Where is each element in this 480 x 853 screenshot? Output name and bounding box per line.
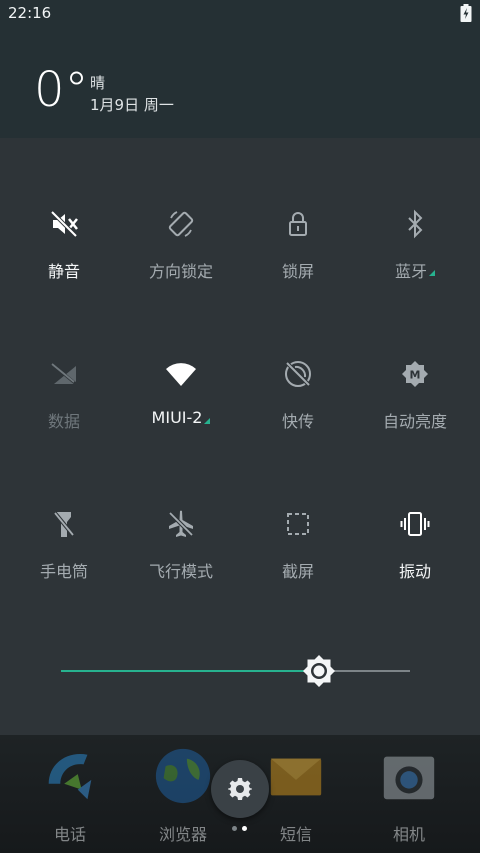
bluetooth-icon	[399, 208, 431, 240]
airplane-icon	[165, 508, 197, 540]
toggle-label: 飞行模式	[148, 562, 213, 581]
quick-transfer-icon	[282, 358, 314, 390]
toggle-screenshot[interactable]: 截屏	[240, 508, 356, 608]
mute-icon	[48, 208, 80, 240]
dock-app-phone[interactable]: 电话	[20, 745, 120, 845]
weather-header[interactable]: 0° 晴 1月9日 周一	[0, 28, 480, 138]
toggle-auto-brightness[interactable]: M 自动亮度	[357, 358, 473, 458]
brightness-icon[interactable]	[302, 654, 336, 688]
svg-text:M: M	[410, 369, 421, 382]
dock-app-label: 短信	[279, 825, 312, 844]
rotation-lock-icon	[165, 208, 197, 240]
dock-app-label: 电话	[53, 825, 86, 844]
vibrate-icon	[399, 508, 431, 540]
toggle-label: 静音	[47, 262, 80, 281]
page-dot	[232, 826, 237, 831]
flashlight-icon	[48, 508, 80, 540]
dock-app-label: 浏览器	[158, 825, 207, 844]
toggle-label: 手电筒	[39, 562, 88, 581]
weather-condition: 晴	[90, 74, 106, 92]
toggle-rotation-lock[interactable]: 方向锁定	[123, 208, 239, 308]
toggle-label: 振动	[398, 562, 431, 581]
auto-brightness-icon: M	[399, 358, 431, 390]
battery-charging-icon	[460, 4, 472, 22]
lock-icon	[282, 208, 314, 240]
toggle-vibrate[interactable]: 振动	[357, 508, 473, 608]
mobile-data-icon	[48, 358, 80, 390]
toggle-lock-screen[interactable]: 锁屏	[240, 208, 356, 308]
dock-app-label: 相机	[392, 825, 425, 844]
toggle-flashlight[interactable]: 手电筒	[6, 508, 122, 608]
toggle-label: 锁屏	[281, 262, 314, 281]
phone-app-icon	[48, 754, 92, 800]
expand-indicator	[204, 417, 211, 424]
messages-app-icon	[270, 758, 322, 796]
screenshot-icon	[282, 508, 314, 540]
toggle-label: MIUI-2	[151, 408, 203, 427]
toggle-label: 数据	[47, 412, 80, 431]
temperature: 0°	[34, 62, 89, 118]
brightness-slider-fill	[61, 670, 320, 672]
expand-indicator	[429, 270, 435, 276]
brightness-slider[interactable]	[61, 655, 410, 687]
camera-app-icon	[383, 756, 435, 800]
date: 1月9日 周一	[90, 96, 174, 114]
page-indicator	[232, 826, 248, 832]
page-dot-active	[242, 826, 247, 831]
dock-app-camera[interactable]: 相机	[359, 745, 459, 845]
toggle-mute[interactable]: 静音	[6, 208, 122, 308]
status-bar: 22:16	[0, 0, 480, 28]
wifi-icon	[165, 358, 197, 390]
gear-icon	[228, 778, 252, 800]
settings-button[interactable]	[211, 760, 269, 818]
toggle-label: 方向锁定	[148, 262, 213, 281]
toggle-wifi[interactable]: MIUI-2	[123, 358, 239, 458]
toggle-quick-transfer[interactable]: 快传	[240, 358, 356, 458]
toggle-airplane-mode[interactable]: 飞行模式	[123, 508, 239, 608]
status-time: 22:16	[8, 4, 52, 22]
toggle-bluetooth[interactable]: 蓝牙	[357, 208, 473, 308]
toggle-label: 自动亮度	[382, 412, 447, 431]
toggle-label: 快传	[281, 412, 314, 431]
toggle-label: 蓝牙	[394, 262, 427, 281]
browser-app-icon	[155, 748, 211, 804]
toggle-mobile-data[interactable]: 数据	[6, 358, 122, 458]
toggle-label: 截屏	[281, 562, 314, 581]
